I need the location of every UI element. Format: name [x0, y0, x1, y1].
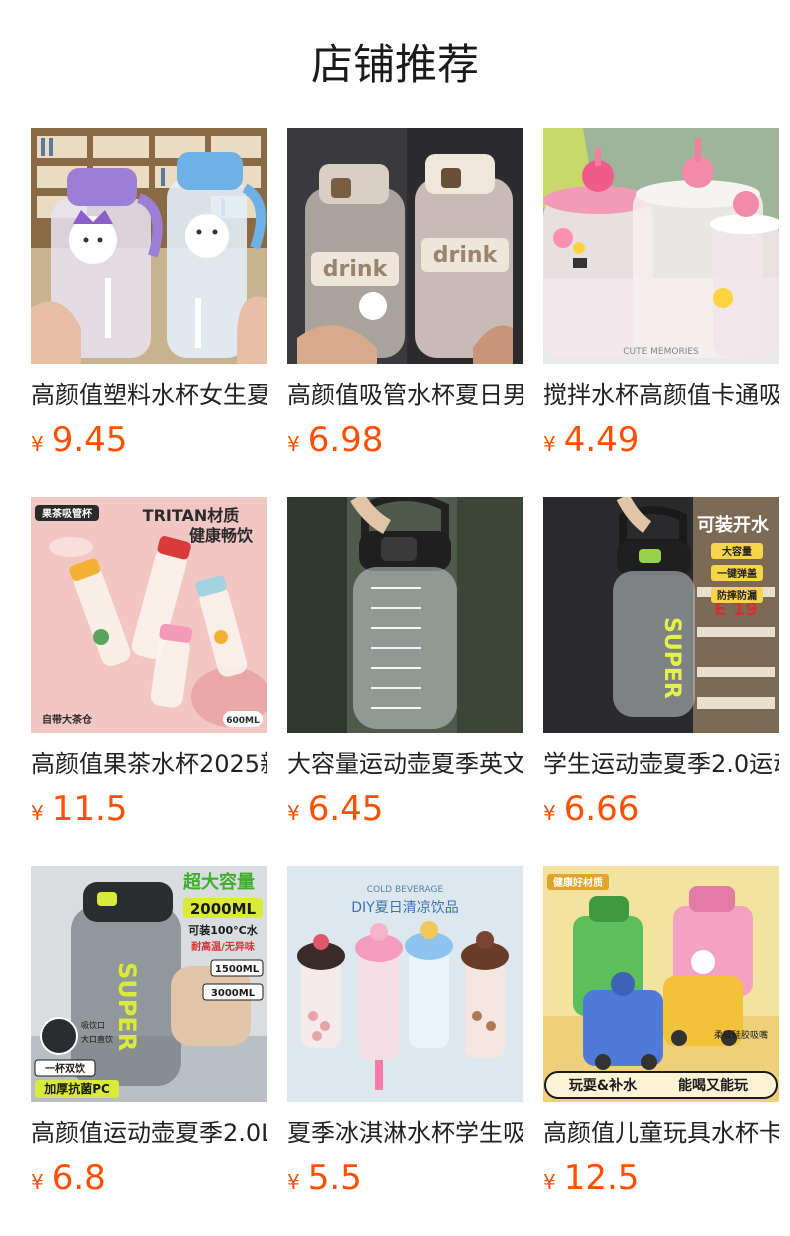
- product-name[interactable]: 高颜值塑料水杯女生夏季: [31, 378, 267, 412]
- svg-text:超大容量: 超大容量: [183, 871, 255, 893]
- product-card[interactable]: E 19 SUPER 可装开水 大容量 一键弹盖 防摔防漏 学生运动壶夏季2.0: [543, 497, 779, 866]
- currency-symbol: ¥: [543, 432, 556, 456]
- svg-text:drink: drink: [433, 243, 499, 268]
- product-price: ¥ 12.5: [543, 1156, 779, 1200]
- svg-text:SUPER: SUPER: [113, 962, 141, 1051]
- svg-text:2000ML: 2000ML: [190, 900, 257, 918]
- product-image[interactable]: 健康好材质 柔软硅胶吸嘴 玩耍&补水 能喝又能玩: [543, 866, 779, 1102]
- svg-text:DIY夏日清凉饮品: DIY夏日清凉饮品: [351, 900, 458, 916]
- svg-text:健康畅饮: 健康畅饮: [189, 526, 254, 545]
- price-value: 6.66: [563, 789, 640, 829]
- currency-symbol: ¥: [543, 1170, 556, 1194]
- product-card[interactable]: COLD BEVERAGE DIY夏日清凉饮品 夏季冰淇淋水杯学生吸 ¥ 5.5: [287, 866, 523, 1235]
- product-price: ¥ 6.8: [31, 1156, 267, 1200]
- product-card[interactable]: 健康好材质 柔软硅胶吸嘴 玩耍&补水 能喝又能玩 高颜值儿童玩具水杯卡通: [543, 866, 779, 1235]
- product-name[interactable]: 学生运动壶夏季2.0运动: [543, 747, 779, 781]
- svg-text:可装开水: 可装开水: [697, 514, 770, 536]
- product-price: ¥ 11.5: [31, 787, 267, 831]
- product-name[interactable]: 夏季冰淇淋水杯学生吸管: [287, 1116, 523, 1150]
- price-value: 12.5: [563, 1158, 640, 1198]
- price-value: 5.5: [307, 1158, 362, 1198]
- product-price: ¥ 4.49: [543, 418, 779, 462]
- product-name[interactable]: 高颜值运动壶夏季2.0L: [31, 1116, 267, 1150]
- product-image[interactable]: [287, 497, 523, 733]
- product-name[interactable]: 高颜值果茶水杯2025新款: [31, 747, 267, 781]
- svg-text:柔软硅胶吸嘴: 柔软硅胶吸嘴: [714, 1029, 768, 1041]
- product-image[interactable]: E 19 SUPER 可装开水 大容量 一键弹盖 防摔防漏: [543, 497, 779, 733]
- product-name[interactable]: 高颜值儿童玩具水杯卡通: [543, 1116, 779, 1150]
- svg-text:自带大茶仓: 自带大茶仓: [42, 713, 93, 726]
- svg-text:COLD BEVERAGE: COLD BEVERAGE: [367, 885, 444, 895]
- product-price: ¥ 6.66: [543, 787, 779, 831]
- product-card[interactable]: 高颜值塑料水杯女生夏季 ¥ 9.45: [31, 128, 267, 497]
- price-value: 4.49: [563, 420, 640, 460]
- price-value: 6.45: [307, 789, 384, 829]
- recommend-page: 店铺推荐 高颜值塑料水杯女生夏 ¥ 9.45 drink drink 高颜值吸管…: [0, 0, 790, 1236]
- svg-text:可装100°C水: 可装100°C水: [188, 923, 259, 937]
- svg-text:TRITAN材质: TRITAN材质: [143, 506, 240, 525]
- svg-text:果茶吸管杯: 果茶吸管杯: [41, 507, 93, 520]
- price-value: 11.5: [51, 789, 128, 829]
- product-card[interactable]: 果茶吸管杯 TRITAN材质 健康畅饮 自带大茶仓 600ML 高颜值果茶水杯2…: [31, 497, 267, 866]
- price-value: 6.98: [307, 420, 384, 460]
- product-card[interactable]: CUTE MEMORIES 搅拌水杯高颜值卡通吸管 ¥ 4.49: [543, 128, 779, 497]
- svg-text:SUPER: SUPER: [659, 617, 684, 699]
- currency-symbol: ¥: [287, 801, 300, 825]
- svg-text:防摔防漏: 防摔防漏: [717, 589, 757, 602]
- svg-text:耐高温/无异味: 耐高温/无异味: [191, 940, 255, 953]
- product-name[interactable]: 搅拌水杯高颜值卡通吸管: [543, 378, 779, 412]
- currency-symbol: ¥: [31, 1170, 44, 1194]
- svg-text:大容量: 大容量: [722, 545, 752, 558]
- currency-symbol: ¥: [287, 432, 300, 456]
- svg-text:一键弹盖: 一键弹盖: [717, 567, 757, 580]
- product-name[interactable]: 高颜值吸管水杯夏日男女: [287, 378, 523, 412]
- product-image[interactable]: SUPER 超大容量 2000ML 可装100°C水 耐高温/无异味 1500M…: [31, 866, 267, 1102]
- product-image[interactable]: CUTE MEMORIES: [543, 128, 779, 364]
- product-image[interactable]: COLD BEVERAGE DIY夏日清凉饮品: [287, 866, 523, 1102]
- svg-text:600ML: 600ML: [226, 716, 260, 726]
- product-price: ¥ 6.98: [287, 418, 523, 462]
- price-value: 6.8: [51, 1158, 106, 1198]
- svg-text:玩耍&补水: 玩耍&补水: [569, 1077, 638, 1094]
- product-card[interactable]: 大容量运动壶夏季英文刻度 ¥ 6.45: [287, 497, 523, 866]
- currency-symbol: ¥: [543, 801, 556, 825]
- product-card[interactable]: drink drink 高颜值吸管水杯夏日男女 ¥ 6.98: [287, 128, 523, 497]
- currency-symbol: ¥: [31, 801, 44, 825]
- svg-text:1500ML: 1500ML: [215, 964, 260, 975]
- product-grid: 高颜值塑料水杯女生夏季 ¥ 9.45 drink: [31, 128, 779, 1235]
- currency-symbol: ¥: [287, 1170, 300, 1194]
- svg-text:吸饮口: 吸饮口: [81, 1020, 105, 1030]
- svg-text:加厚抗菌PC: 加厚抗菌PC: [43, 1081, 110, 1096]
- svg-text:drink: drink: [323, 257, 389, 282]
- product-name[interactable]: 大容量运动壶夏季英文刻度: [287, 747, 523, 781]
- product-image[interactable]: drink drink: [287, 128, 523, 364]
- svg-text:一杯双饮: 一杯双饮: [45, 1062, 86, 1075]
- product-image[interactable]: [31, 128, 267, 364]
- product-price: ¥ 5.5: [287, 1156, 523, 1200]
- svg-text:健康好材质: 健康好材质: [553, 876, 603, 889]
- product-card[interactable]: SUPER 超大容量 2000ML 可装100°C水 耐高温/无异味 1500M…: [31, 866, 267, 1235]
- product-image[interactable]: 果茶吸管杯 TRITAN材质 健康畅饮 自带大茶仓 600ML: [31, 497, 267, 733]
- svg-text:3000ML: 3000ML: [211, 988, 256, 999]
- svg-text:CUTE MEMORIES: CUTE MEMORIES: [623, 347, 699, 357]
- svg-text:大口直饮: 大口直饮: [81, 1034, 113, 1044]
- page-title: 店铺推荐: [310, 40, 479, 89]
- svg-text:能喝又能玩: 能喝又能玩: [678, 1077, 748, 1094]
- currency-symbol: ¥: [31, 432, 44, 456]
- product-price: ¥ 6.45: [287, 787, 523, 831]
- price-value: 9.45: [51, 420, 128, 460]
- product-price: ¥ 9.45: [31, 418, 267, 462]
